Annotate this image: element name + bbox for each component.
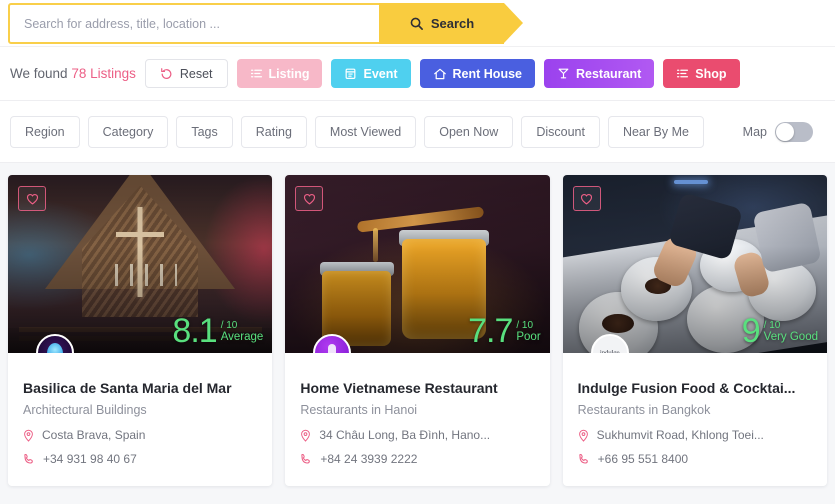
rating-out-of: / 10 (220, 320, 238, 331)
listing-card-body: Basilica de Santa Maria del Mar Architec… (8, 353, 272, 486)
rating-out-of: / 10 (516, 320, 534, 331)
listing-address: 34 Châu Long, Ba Đình, Hano... (319, 428, 491, 442)
listing-phone-row: +66 95 551 8400 (578, 452, 812, 466)
type-filter-restaurant[interactable]: Restaurant (543, 59, 655, 88)
listing-category: Architectural Buildings (23, 403, 147, 417)
filter-chips-toolbar: Region Category Tags Rating Most Viewed … (0, 101, 835, 163)
rating-score: 8.1 (172, 312, 217, 350)
type-filter-listing-label: Listing (268, 66, 310, 81)
calendar-icon (346, 68, 356, 79)
heart-icon (303, 193, 315, 205)
type-filter-event[interactable]: Event (331, 59, 411, 88)
listing-phone[interactable]: +84 24 3939 2222 (320, 452, 417, 466)
listing-card[interactable]: 9 / 10 Very Good indulge Indulge Fusion … (562, 175, 827, 486)
search-bar-region: Search (0, 0, 835, 47)
church-logo-icon (47, 342, 63, 353)
filter-chip-rating[interactable]: Rating (240, 115, 307, 148)
heart-icon (26, 193, 38, 205)
listing-title[interactable]: Basilica de Santa Maria del Mar (23, 380, 257, 396)
indulge-logo-text: indulge (599, 349, 620, 353)
favorite-button[interactable] (572, 186, 601, 211)
listing-address-row: Costa Brava, Spain (23, 428, 257, 442)
listing-phone-row: +84 24 3939 2222 (300, 452, 534, 466)
heart-icon (581, 193, 593, 205)
listing-card-body: Indulge Fusion Food & Cocktai... Restaur… (563, 353, 827, 486)
search-icon (410, 17, 423, 30)
phone-icon (24, 453, 33, 464)
listing-card-media: 9 / 10 Very Good indulge (562, 175, 827, 353)
type-filter-event-label: Event (363, 66, 398, 81)
listing-card[interactable]: 8.1 / 10 Average Basilica de Santa Maria… (8, 175, 273, 486)
listing-phone[interactable]: +34 931 98 40 67 (43, 452, 137, 466)
listing-address-row: Sukhumvit Road, Khlong Toei... (578, 428, 812, 442)
bottle-logo-icon (328, 343, 337, 353)
results-count: 78 Listings (71, 66, 136, 81)
rating-out-of: / 10 (763, 320, 781, 331)
rating-score: 7.7 (468, 312, 513, 350)
search-input[interactable] (10, 5, 379, 42)
filter-chip-most-viewed[interactable]: Most Viewed (314, 115, 417, 148)
type-filter-restaurant-label: Restaurant (575, 66, 642, 81)
listing-card-media: 7.7 / 10 Poor (285, 175, 550, 353)
type-filter-listing[interactable]: Listing (236, 59, 323, 88)
listing-title[interactable]: Indulge Fusion Food & Cocktai... (578, 380, 812, 396)
listing-address: Costa Brava, Spain (42, 428, 146, 442)
rating-badge: 9 / 10 Very Good (741, 312, 818, 350)
type-filter-shop[interactable]: Shop (663, 59, 740, 88)
search-button-label: Search (430, 16, 475, 31)
listing-card-body: Home Vietnamese Restaurant Restaurants i… (285, 353, 549, 486)
filter-chip-tags[interactable]: Tags (176, 115, 233, 148)
listing-card-media: 8.1 / 10 Average (8, 175, 273, 353)
map-toggle-group: Map (742, 121, 825, 142)
map-pin-icon (578, 429, 588, 442)
listing-category: Restaurants in Bangkok (577, 403, 711, 417)
reset-arrow-icon (160, 68, 172, 79)
rating-word: Average (220, 331, 264, 343)
listing-title[interactable]: Home Vietnamese Restaurant (300, 380, 534, 396)
rating-score: 9 (741, 312, 761, 350)
listing-address-row: 34 Châu Long, Ba Đình, Hano... (300, 428, 534, 442)
listing-grid: 8.1 / 10 Average Basilica de Santa Maria… (8, 175, 827, 486)
home-icon (433, 68, 446, 79)
type-filter-shop-label: Shop (695, 66, 727, 81)
filter-chip-region[interactable]: Region (10, 115, 80, 148)
search-button[interactable]: Search (379, 3, 523, 44)
type-filter-rent-house-label: Rent House (452, 66, 522, 81)
phone-icon (579, 453, 588, 464)
listing-phone[interactable]: +66 95 551 8400 (598, 452, 688, 466)
map-toggle-label: Map (742, 124, 767, 139)
list-icon (250, 69, 262, 78)
map-pin-icon (24, 429, 33, 442)
filter-chip-near-by-me[interactable]: Near By Me (607, 115, 704, 148)
rating-word: Poor (516, 331, 541, 343)
rating-badge: 7.7 / 10 Poor (468, 312, 541, 350)
listing-results-area: 8.1 / 10 Average Basilica de Santa Maria… (0, 163, 835, 504)
phone-icon (301, 453, 311, 464)
map-toggle-knob (776, 122, 794, 141)
listing-category: Restaurants in Hanoi (300, 403, 418, 417)
filter-chip-open-now[interactable]: Open Now (424, 115, 514, 148)
results-toolbar: We found 78 Listings Reset Listing Event (0, 47, 835, 101)
listing-card[interactable]: 7.7 / 10 Poor Home Vietnamese Restaurant… (285, 175, 550, 486)
list-alt-icon (677, 69, 689, 78)
map-toggle-switch[interactable] (775, 121, 813, 142)
favorite-button[interactable] (295, 186, 324, 211)
rating-badge: 8.1 / 10 Average (172, 312, 264, 350)
favorite-button[interactable] (18, 186, 46, 211)
map-pin-icon (301, 429, 311, 442)
search-bar: Search (8, 3, 523, 44)
rating-word: Very Good (763, 331, 818, 343)
results-count-text: We found 78 Listings (10, 66, 136, 81)
filter-chip-category[interactable]: Category (87, 115, 169, 148)
listing-address: Sukhumvit Road, Khlong Toei... (596, 428, 764, 442)
type-filter-rent-house[interactable]: Rent House (419, 59, 535, 88)
listing-phone-row: +34 931 98 40 67 (23, 452, 257, 466)
cocktail-icon (558, 68, 569, 79)
reset-label: Reset (179, 66, 213, 81)
reset-button[interactable]: Reset (144, 59, 228, 88)
results-found-prefix: We found (10, 66, 68, 81)
filter-chip-discount[interactable]: Discount (521, 115, 600, 148)
